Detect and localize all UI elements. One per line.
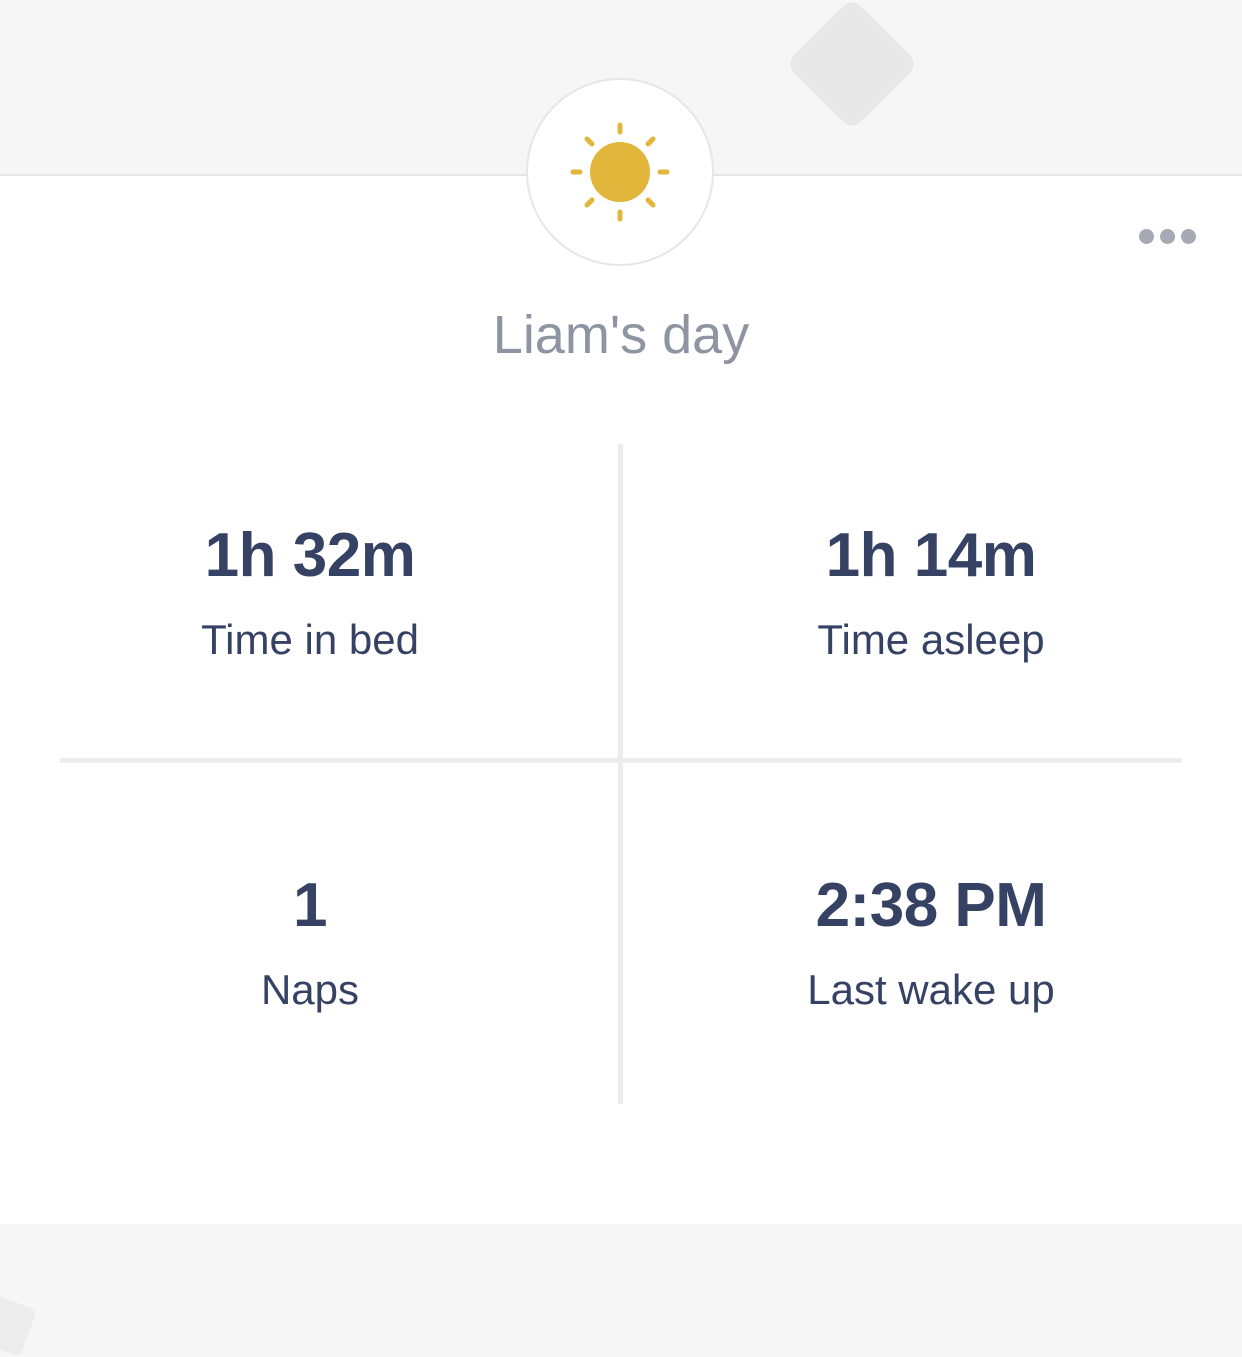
- decorative-diamond: [785, 0, 919, 131]
- stat-value: 1: [293, 871, 327, 940]
- stat-naps: 1 Naps: [30, 866, 590, 1018]
- more-dot: [1180, 228, 1196, 244]
- more-options-button[interactable]: [1130, 220, 1204, 252]
- vertical-divider: [618, 444, 623, 1104]
- horizontal-divider: [60, 758, 1182, 763]
- more-dot: [1159, 228, 1175, 244]
- stat-value: 1h 14m: [825, 521, 1037, 590]
- stat-time-asleep: 1h 14m Time asleep: [651, 516, 1211, 668]
- stat-last-wake-up: 2:38 PM Last wake up: [651, 866, 1211, 1018]
- stat-value: 1h 32m: [204, 521, 416, 590]
- stat-label: Time asleep: [817, 616, 1045, 663]
- sun-badge: [526, 78, 714, 266]
- more-dot: [1138, 228, 1154, 244]
- footer-background: [0, 1224, 1242, 1325]
- stat-time-in-bed: 1h 32m Time in bed: [30, 516, 590, 668]
- stat-label: Last wake up: [807, 966, 1055, 1013]
- stat-value: 2:38 PM: [815, 871, 1047, 940]
- card-title: Liam's day: [492, 305, 750, 365]
- stat-label: Time in bed: [201, 616, 419, 663]
- stat-label: Naps: [260, 966, 360, 1013]
- sun-icon: [570, 122, 670, 222]
